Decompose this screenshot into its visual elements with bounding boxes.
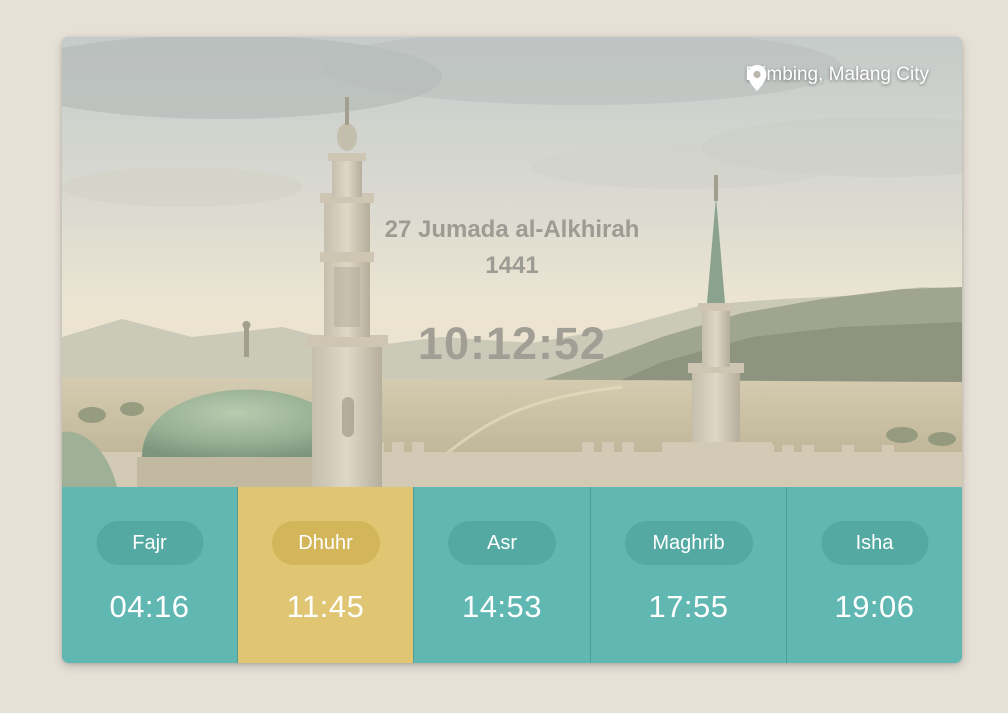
prayer-dhuhr[interactable]: Dhuhr 11:45	[238, 487, 414, 663]
prayer-times-row: Fajr 04:16 Dhuhr 11:45 Asr 14:53 Maghrib…	[62, 487, 962, 663]
hijri-day-month: 27 Jumada al-Alkhirah	[384, 216, 640, 243]
prayer-asr[interactable]: Asr 14:53	[414, 487, 591, 663]
location-indicator[interactable]: Blimbing, Malang City	[745, 64, 929, 91]
prayer-times-card: Blimbing, Malang City 27 Jumada al-Alkhi…	[62, 37, 962, 663]
hijri-date: 27 Jumada al-Alkhirah 1441	[62, 213, 962, 285]
location-pin-icon	[747, 65, 767, 91]
prayer-time: 14:53	[461, 589, 543, 624]
mosque-background-image: Blimbing, Malang City 27 Jumada al-Alkhi…	[62, 37, 962, 487]
prayer-name-pill: Fajr	[96, 521, 203, 565]
prayer-name-pill: Isha	[821, 521, 928, 565]
prayer-time: 04:16	[109, 589, 190, 624]
prayer-name-pill: Maghrib	[624, 521, 753, 565]
prayer-fajr[interactable]: Fajr 04:16	[62, 487, 238, 663]
prayer-isha[interactable]: Isha 19:06	[787, 487, 962, 663]
location-label: Blimbing, Malang City	[745, 64, 929, 85]
prayer-maghrib[interactable]: Maghrib 17:55	[591, 487, 787, 663]
prayer-time: 11:45	[286, 589, 365, 624]
hijri-year: 1441	[485, 252, 539, 279]
prayer-name-pill: Dhuhr	[271, 521, 380, 565]
prayer-time: 17:55	[648, 589, 729, 624]
prayer-time: 19:06	[834, 589, 915, 624]
prayer-name-pill: Asr	[448, 521, 556, 565]
current-time-clock: 10:12:52	[417, 318, 607, 369]
